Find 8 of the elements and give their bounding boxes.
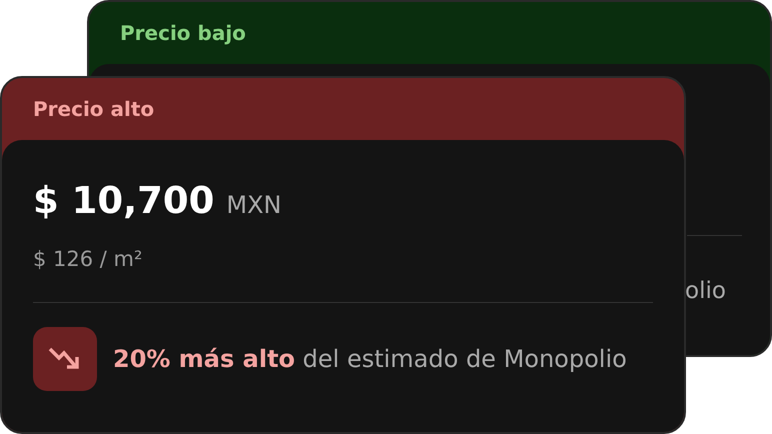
currency-text: MXN	[226, 193, 282, 217]
price-per-area: $ 126 / m²	[33, 249, 653, 270]
price-text: $ 10,700	[33, 182, 214, 219]
card-title: Precio bajo	[120, 20, 246, 47]
trending-down-icon	[33, 327, 97, 391]
description-text: olio	[685, 280, 726, 303]
card-title: Precio alto	[33, 96, 154, 123]
comparison-text: 20% más alto del estimado de Monopolio	[113, 344, 627, 375]
